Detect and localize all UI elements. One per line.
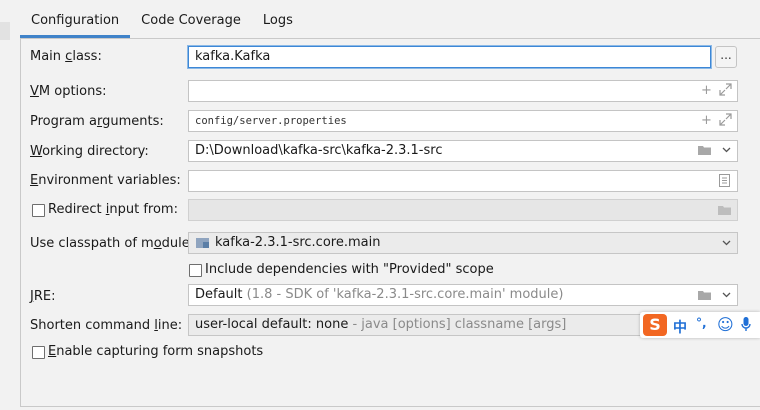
jre-value: Default — [195, 287, 243, 302]
jre-select[interactable]: Default (1.8 - SDK of 'kafka-2.3.1-src.c… — [188, 284, 738, 306]
ime-mode-icon[interactable]: 中 — [673, 317, 687, 337]
program-arguments-input[interactable]: config/server.properties — [188, 110, 738, 132]
ime-punctuation-icon[interactable]: °, — [696, 316, 707, 330]
tab-configuration[interactable]: Configuration — [20, 0, 131, 38]
chevron-down-icon[interactable] — [721, 144, 732, 158]
ime-emoji-icon[interactable]: ☺ — [717, 315, 734, 334]
chevron-down-icon[interactable] — [721, 237, 732, 251]
shorten-command-line-label: Shorten command line: — [30, 318, 183, 333]
left-gutter — [0, 0, 10, 410]
main-class-input[interactable]: kafka.Kafka — [188, 46, 711, 68]
module-folder-icon — [196, 237, 209, 248]
plus-icon[interactable]: + — [701, 84, 712, 97]
ime-toolbar: S 中 °, ☺ — [640, 312, 760, 338]
folder-icon[interactable] — [697, 289, 712, 304]
environment-variables-label: Environment variables: — [30, 173, 181, 188]
ime-logo-icon[interactable]: S — [643, 314, 667, 336]
capture-forms-checkbox[interactable] — [32, 346, 45, 359]
folder-icon[interactable] — [697, 144, 712, 159]
jre-label: JRE: — [30, 289, 56, 304]
shorten-hint: - java [options] classname [args] — [348, 317, 567, 332]
jre-hint: (1.8 - SDK of 'kafka-2.3.1-src.core.main… — [246, 287, 564, 302]
environment-variables-input[interactable] — [188, 170, 738, 192]
expand-icon[interactable] — [719, 113, 732, 129]
panel-bottom-border — [20, 406, 760, 410]
vm-options-label: VM options: — [30, 84, 107, 99]
working-directory-label: Working directory: — [30, 144, 149, 159]
tab-code-coverage[interactable]: Code Coverage — [130, 0, 252, 38]
document-icon[interactable] — [719, 174, 730, 190]
tab-logs[interactable]: Logs — [252, 0, 304, 38]
redirect-input-label: Redirect input from: — [48, 202, 178, 217]
main-class-label: Main class: — [30, 49, 102, 64]
include-provided-checkbox[interactable] — [189, 264, 202, 277]
classpath-module-select[interactable]: kafka-2.3.1-src.core.main — [188, 232, 738, 254]
mic-icon[interactable] — [741, 317, 751, 336]
plus-icon[interactable]: + — [701, 114, 712, 127]
chevron-down-icon[interactable] — [721, 289, 732, 303]
shorten-value: user-local default: none — [195, 317, 349, 332]
program-arguments-label: Program arguments: — [30, 114, 164, 129]
vm-options-input[interactable] — [188, 80, 738, 102]
redirect-input-checkbox[interactable] — [32, 204, 45, 217]
left-list-stub — [0, 22, 10, 40]
folder-icon — [717, 204, 732, 219]
capture-forms-label: Enable capturing form snapshots — [48, 344, 264, 359]
tab-bar: Configuration Code Coverage Logs — [20, 0, 304, 38]
working-directory-input[interactable]: D:\Download\kafka-src\kafka-2.3.1-src — [188, 140, 738, 162]
main-class-browse-button[interactable]: ... — [715, 46, 737, 68]
classpath-module-label: Use classpath of module: — [30, 236, 195, 251]
expand-icon[interactable] — [719, 83, 732, 99]
redirect-input-field — [188, 199, 738, 221]
include-provided-label: Include dependencies with "Provided" sco… — [205, 262, 494, 277]
